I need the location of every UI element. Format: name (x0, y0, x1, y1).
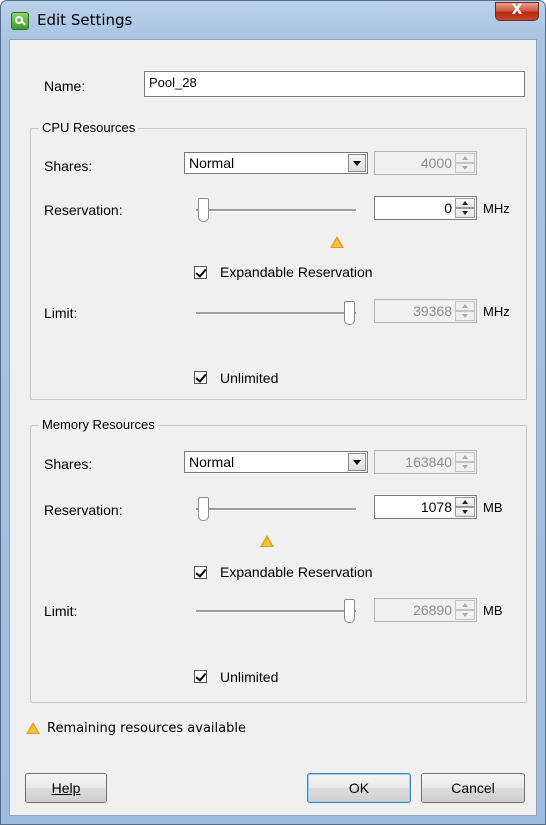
memory-reservation-label: Reservation: (44, 502, 123, 518)
cpu-group-title: CPU Resources (39, 120, 139, 135)
cpu-reservation-spinner[interactable]: 0 (374, 196, 477, 220)
name-input[interactable]: Pool_28 (144, 71, 525, 97)
memory-limit-value: 26890 (413, 602, 452, 618)
cpu-limit-slider (196, 299, 356, 327)
spin-down-icon[interactable] (455, 208, 475, 218)
warning-triangle-icon (260, 535, 274, 547)
slider-track (196, 209, 356, 212)
help-button-label: Help (51, 780, 81, 796)
spin-down-icon (455, 311, 475, 321)
window-title: Edit Settings (37, 11, 133, 29)
memory-expandable-checkbox[interactable] (194, 566, 207, 579)
memory-unlimited-checkbox[interactable] (194, 670, 207, 683)
spin-down-icon (455, 610, 475, 620)
name-input-value: Pool_28 (149, 75, 197, 90)
cpu-reservation-value: 0 (444, 200, 452, 216)
memory-reservation-unit: MB (483, 500, 503, 515)
cpu-shares-dropdown[interactable]: Normal (184, 152, 368, 174)
cpu-expandable-label[interactable]: Expandable Reservation (220, 264, 373, 280)
title-bar[interactable]: Edit Settings X (1, 1, 545, 39)
memory-reservation-spinner[interactable]: 1078 (374, 495, 477, 519)
memory-limit-slider (196, 597, 356, 625)
spin-up-icon (455, 301, 475, 311)
memory-limit-unit: MB (483, 603, 503, 618)
spin-down-icon (455, 163, 475, 173)
spin-up-icon (455, 153, 475, 163)
ok-button[interactable]: OK (307, 773, 411, 803)
resource-pool-icon (11, 12, 29, 30)
memory-expandable-label[interactable]: Expandable Reservation (220, 564, 373, 580)
memory-shares-dropdown[interactable]: Normal (184, 451, 368, 473)
spin-up-icon (455, 600, 475, 610)
cpu-reservation-slider[interactable] (196, 196, 356, 224)
memory-group-title: Memory Resources (39, 417, 158, 432)
cancel-button-label: Cancel (451, 780, 495, 796)
memory-shares-value: 163840 (405, 454, 452, 470)
memory-limit-spinner: 26890 (374, 598, 477, 622)
chevron-down-icon[interactable] (348, 154, 366, 172)
memory-limit-label: Limit: (44, 603, 78, 619)
close-icon: X (511, 2, 523, 18)
ok-button-label: OK (348, 780, 370, 796)
cpu-reservation-unit: MHz (483, 201, 510, 216)
cpu-shares-level: Normal (189, 155, 235, 171)
cancel-button[interactable]: Cancel (421, 773, 525, 803)
spin-up-icon[interactable] (455, 497, 475, 507)
slider-thumb[interactable] (198, 497, 209, 521)
edit-settings-window: Edit Settings X Name: Pool_28 CPU Resour… (0, 0, 546, 825)
memory-reservation-slider[interactable] (196, 495, 356, 523)
spin-up-icon[interactable] (455, 198, 475, 208)
slider-thumb[interactable] (198, 198, 209, 222)
spin-up-icon (455, 452, 475, 462)
cpu-shares-label: Shares: (44, 158, 93, 174)
close-button[interactable]: X (495, 2, 539, 21)
cpu-reservation-label: Reservation: (44, 202, 123, 218)
memory-shares-level: Normal (189, 454, 235, 470)
slider-thumb (344, 599, 355, 623)
memory-reservation-value: 1078 (420, 499, 452, 515)
cpu-limit-spinner: 39368 (374, 299, 477, 323)
cpu-expandable-checkbox[interactable] (194, 266, 207, 279)
cpu-shares-value: 4000 (420, 155, 452, 171)
slider-thumb (344, 301, 355, 325)
cpu-limit-label: Limit: (44, 305, 78, 321)
remaining-resources-legend: Remaining resources available (47, 721, 246, 736)
memory-shares-label: Shares: (44, 456, 93, 472)
slider-track (196, 312, 356, 315)
warning-triangle-icon (330, 236, 344, 248)
cpu-limit-value: 39368 (413, 303, 452, 319)
cpu-limit-unit: MHz (483, 304, 510, 319)
cpu-unlimited-checkbox[interactable] (194, 371, 207, 384)
spin-down-icon (455, 462, 475, 472)
cpu-shares-spinner: 4000 (374, 151, 477, 175)
name-label: Name: (44, 78, 86, 94)
slider-track (196, 610, 356, 613)
memory-shares-spinner: 163840 (374, 450, 477, 474)
dialog-body: Name: Pool_28 CPU Resources Shares: Norm… (9, 39, 537, 816)
memory-unlimited-label[interactable]: Unlimited (220, 669, 278, 685)
cpu-unlimited-label[interactable]: Unlimited (220, 370, 278, 386)
chevron-down-icon[interactable] (348, 453, 366, 471)
slider-track (196, 508, 356, 511)
warning-triangle-icon (26, 722, 40, 734)
help-button[interactable]: Help (25, 773, 107, 803)
spin-down-icon[interactable] (455, 507, 475, 517)
